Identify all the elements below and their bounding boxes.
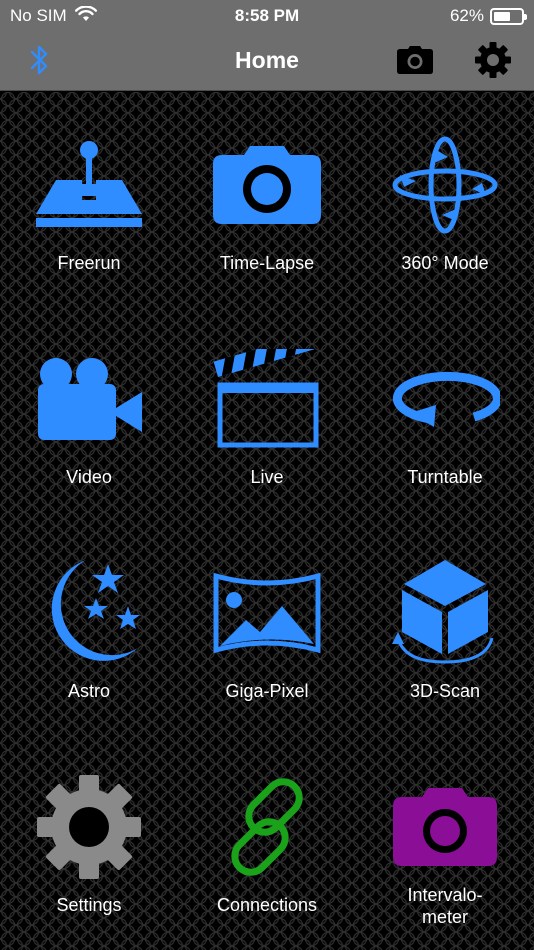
joystick-icon [29,130,149,240]
rotation-axes-icon [385,130,505,240]
tile-live[interactable]: Live [178,306,356,506]
status-bar: No SIM 8:58 PM 62% [0,0,534,32]
tile-giga-pixel[interactable]: Giga-Pixel [178,520,356,720]
camera-icon [207,130,327,240]
tile-3d-scan[interactable]: 3D-Scan [356,520,534,720]
settings-button[interactable] [471,40,515,84]
tile-label: Intervalo- meter [407,885,483,927]
battery-fill [494,11,511,21]
tile-label: Settings [56,895,122,915]
camera-icon [396,45,434,80]
carrier-label: No SIM [10,6,67,25]
tile-label: Video [66,467,112,487]
tile-label: Live [250,467,284,487]
clapperboard-icon [207,344,327,454]
tile-label: Freerun [57,253,121,273]
page-title: Home [235,47,299,73]
tile-connections[interactable]: Connections [178,734,356,934]
nav-bar: Home [0,32,534,91]
panorama-icon [207,558,327,668]
tile-time-lapse[interactable]: Time-Lapse [178,92,356,292]
video-camera-icon [29,344,149,454]
tile-intervalometer[interactable]: Intervalo- meter [356,734,534,934]
tile-label: Astro [67,681,110,701]
tile-label: 3D-Scan [409,681,481,701]
battery-percent: 62% [449,6,484,25]
tile-astro[interactable]: Astro [0,520,178,720]
gear-icon [474,41,512,84]
tile-freerun[interactable]: Freerun [0,92,178,292]
mode-grid: Freerun Time-Lapse 360° Mode Video Live … [0,92,534,950]
cube-rotate-icon [385,558,505,668]
moon-stars-icon [29,558,149,668]
tile-settings[interactable]: Settings [0,734,178,934]
wifi-icon [74,4,97,27]
turntable-icon [385,344,505,454]
tile-label: Time-Lapse [219,253,315,273]
tile-label: Turntable [407,467,483,487]
chain-link-icon [207,772,327,882]
gear-icon [29,772,149,882]
tile-turntable[interactable]: Turntable [356,306,534,506]
tile-label: Connections [216,895,318,915]
status-left: No SIM [10,4,97,27]
camera-button[interactable] [393,40,437,84]
battery-icon [490,7,527,25]
camera-icon [385,772,505,882]
tile-label: 360° Mode [401,253,489,273]
tile-label: Giga-Pixel [225,681,309,701]
tile-360-mode[interactable]: 360° Mode [356,92,534,292]
status-right: 62% [449,6,527,26]
tile-video[interactable]: Video [0,306,178,506]
